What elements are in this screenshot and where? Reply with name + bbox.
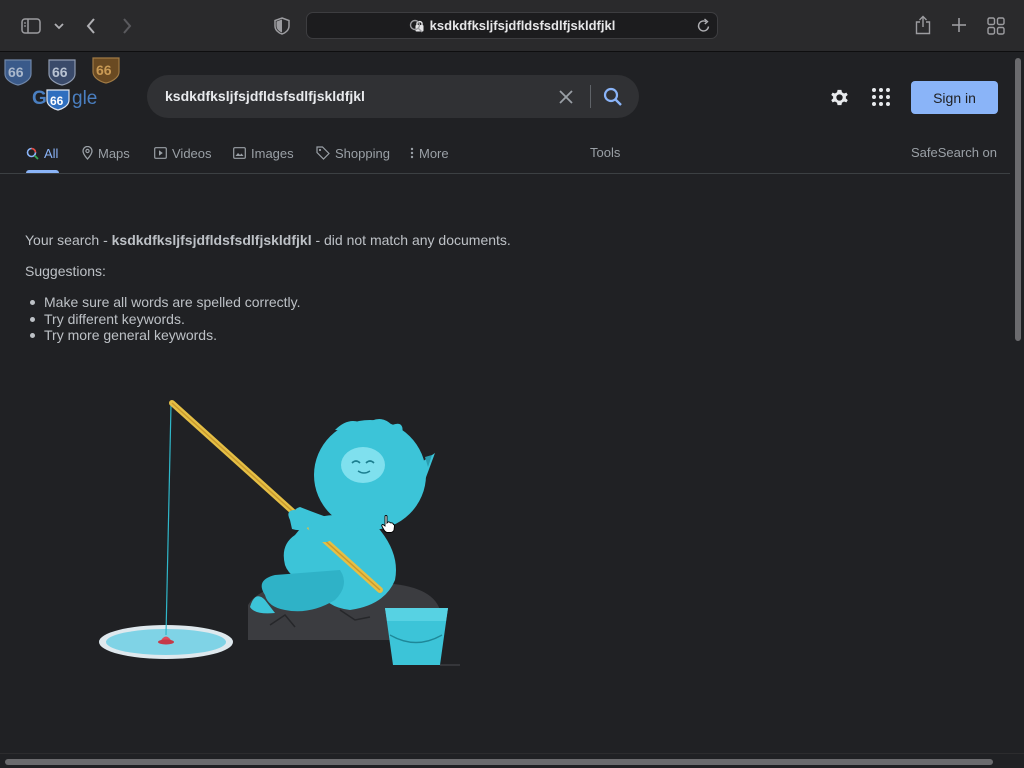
tab-images[interactable]: Images — [233, 144, 294, 162]
shield-icon — [274, 17, 290, 35]
new-tab-button[interactable] — [950, 16, 968, 34]
vertical-scroll-thumb[interactable] — [1015, 58, 1021, 341]
search-divider — [590, 85, 591, 108]
search-tabs: All Maps Videos Images Shopping More Too… — [0, 136, 1010, 174]
svg-text:66: 66 — [8, 64, 24, 80]
svg-text:G: G — [32, 88, 47, 109]
more-vert-icon — [410, 147, 414, 159]
chevron-left-icon — [86, 18, 95, 34]
active-tab-indicator — [26, 170, 59, 173]
google-doodle-logo[interactable]: 66 66 66 G 66 gle — [0, 54, 130, 114]
tab-label: All — [44, 145, 59, 161]
browser-toolbar: ksdkdfksljfsjdfldsfsdlfjskldfjkl — [0, 0, 1024, 52]
clear-icon[interactable] — [556, 87, 576, 107]
horizontal-scroll-thumb[interactable] — [5, 759, 993, 765]
tab-maps[interactable]: Maps — [82, 144, 130, 162]
tab-overview-button[interactable] — [986, 16, 1006, 36]
tab-shopping[interactable]: Shopping — [316, 144, 390, 162]
tab-videos[interactable]: Videos — [154, 144, 212, 162]
map-pin-icon — [82, 146, 93, 160]
tab-more[interactable]: More — [410, 144, 449, 162]
svg-text:66: 66 — [52, 64, 68, 80]
no-results-message: Your search - ksdkdfksljfsjdfldsfsdlfjsk… — [25, 232, 511, 249]
result-query: ksdkdfksljfsjdfldsfsdlfjskldfjkl — [111, 232, 312, 248]
tab-all[interactable]: All — [26, 144, 58, 162]
tools-button[interactable]: Tools — [590, 145, 620, 160]
settings-gear-icon[interactable] — [828, 86, 851, 109]
sign-in-button[interactable]: Sign in — [911, 81, 998, 114]
suggestions-title: Suggestions: — [25, 263, 106, 279]
list-item: Try different keywords. — [30, 311, 301, 328]
tag-icon — [316, 146, 330, 160]
result-prefix: Your search - — [25, 232, 112, 248]
google-apps-icon[interactable] — [871, 87, 891, 107]
url-text: ksdkdfksljfsjdfldsfsdlfjskldfjkl — [429, 18, 616, 33]
tab-label: More — [419, 145, 449, 161]
tab-label: Maps — [98, 145, 130, 161]
tab-label: Shopping — [335, 145, 390, 161]
chevron-right-icon — [123, 18, 132, 34]
suggestions-list: Make sure all words are spelled correctl… — [30, 294, 301, 344]
play-icon — [154, 147, 167, 159]
search-input[interactable]: ksdkdfksljfsjdfldsfsdlfjskldfjkl — [165, 88, 365, 104]
horizontal-scrollbar[interactable] — [0, 753, 1024, 768]
sidebar-menu-chevron[interactable] — [52, 19, 66, 33]
image-icon — [233, 147, 246, 159]
list-item: Try more general keywords. — [30, 327, 301, 344]
tab-grid-icon — [987, 17, 1005, 35]
search-box[interactable]: ksdkdfksljfsjdfldsfsdlfjskldfjkl — [147, 75, 639, 118]
result-suffix: - did not match any documents. — [311, 232, 511, 248]
back-button[interactable] — [83, 16, 99, 36]
tab-label: Images — [251, 145, 294, 161]
privacy-shield-button[interactable] — [273, 16, 291, 36]
chevron-down-icon — [54, 23, 64, 30]
search-icon[interactable] — [602, 86, 624, 108]
list-item: Make sure all words are spelled correctl… — [30, 294, 301, 310]
ice-fishing-illustration — [99, 400, 460, 666]
svg-text:gle: gle — [72, 88, 97, 109]
svg-text:66: 66 — [50, 94, 64, 108]
address-bar[interactable]: ksdkdfksljfsjdfldsfsdlfjskldfjkl — [306, 12, 718, 39]
forward-button[interactable] — [119, 16, 135, 36]
share-icon — [915, 15, 931, 35]
vertical-scrollbar[interactable] — [1012, 53, 1024, 753]
hand-cursor-icon — [381, 515, 395, 533]
sidebar-toggle-button[interactable] — [20, 17, 42, 35]
plus-icon — [952, 18, 966, 32]
svg-text:66: 66 — [96, 62, 112, 78]
reload-icon[interactable] — [697, 18, 711, 33]
route-66-doodle-icon: 66 66 66 G 66 gle — [4, 57, 120, 111]
sidebar-icon — [21, 18, 41, 34]
search-icon — [26, 147, 39, 160]
share-button[interactable] — [913, 14, 933, 36]
search-icon — [409, 19, 423, 33]
tab-label: Videos — [172, 145, 212, 161]
safesearch-status[interactable]: SafeSearch on — [911, 145, 997, 160]
